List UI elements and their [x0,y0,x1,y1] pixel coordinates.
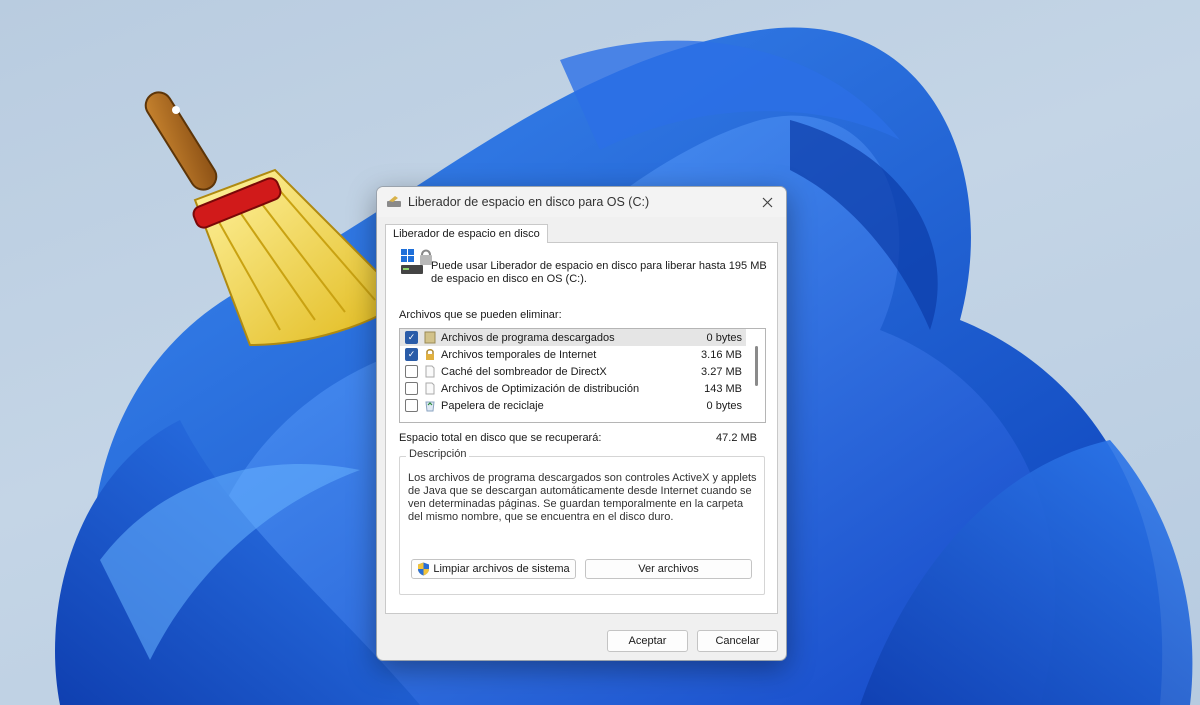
ok-button[interactable]: Aceptar [607,630,688,652]
file-name: Archivos de Optimización de distribución [441,382,640,395]
lock-icon [426,349,434,360]
checkbox-unchecked[interactable] [405,382,418,395]
list-item[interactable]: Archivos temporales de Internet 3.16 MB [400,346,746,363]
file-icon [425,382,435,395]
total-space-label: Espacio total en disco que se recuperará… [399,432,602,444]
cancel-label: Cancelar [715,635,760,647]
list-item[interactable]: Papelera de reciclaje 0 bytes [400,397,746,414]
intro-section: Puede usar Liberador de espacio en disco… [400,247,770,289]
file-name: Archivos temporales de Internet [441,348,597,361]
close-icon [762,197,772,207]
file-size: 143 MB [704,382,742,395]
tab-disk-cleanup[interactable]: Liberador de espacio en disco [385,224,548,243]
disk-cleanup-dialog: Liberador de espacio en disco para OS (C… [376,186,787,661]
view-files-label: Ver archivos [638,563,699,575]
view-files-button[interactable]: Ver archivos [585,559,752,579]
intro-text: Puede usar Liberador de espacio en disco… [431,260,767,285]
file-name: Archivos de programa descargados [441,331,615,344]
description-legend: Descripción [406,448,470,460]
description-text: Los archivos de programa descargados son… [408,472,757,523]
checkbox-checked[interactable] [405,331,418,344]
list-item[interactable]: Archivos de Optimización de distribución… [400,380,746,397]
scrollbar-thumb[interactable] [755,346,758,386]
file-size: 0 bytes [706,399,742,412]
file-list-scrollbar[interactable] [748,329,765,422]
dialog-title: Liberador de espacio en disco para OS (C… [408,195,650,209]
cleanup-system-files-button[interactable]: Limpiar archivos de sistema [411,559,576,579]
total-space-value: 47.2 MB [716,432,757,444]
disk-cleanup-app-icon [387,196,401,207]
list-item[interactable]: Archivos de programa descargados 0 bytes [400,329,746,346]
checkbox-unchecked[interactable] [405,365,418,378]
title-bar[interactable]: Liberador de espacio en disco para OS (C… [377,187,786,217]
file-name: Papelera de reciclaje [441,399,544,412]
file-size: 3.27 MB [701,365,742,378]
checkbox-unchecked[interactable] [405,399,418,412]
tab-panel: Puede usar Liberador de espacio en disco… [385,242,778,614]
close-button[interactable] [756,192,778,212]
file-size: 0 bytes [706,331,742,344]
file-icon [425,365,435,378]
cleanup-system-files-label: Limpiar archivos de sistema [433,563,570,575]
file-size: 3.16 MB [701,348,742,361]
ok-label: Aceptar [628,635,667,647]
uac-shield-icon [418,562,430,576]
folder-icon [424,331,436,344]
list-item[interactable]: Caché del sombreador de DirectX 3.27 MB [400,363,746,380]
file-list[interactable]: Archivos de programa descargados 0 bytes… [399,328,766,423]
cancel-button[interactable]: Cancelar [697,630,778,652]
desktop: Liberador de espacio en disco para OS (C… [0,0,1200,705]
checkbox-checked[interactable] [405,348,418,361]
files-label: Archivos que se pueden eliminar: [399,309,562,321]
recycle-bin-icon [425,401,435,412]
file-name: Caché del sombreador de DirectX [441,365,607,378]
